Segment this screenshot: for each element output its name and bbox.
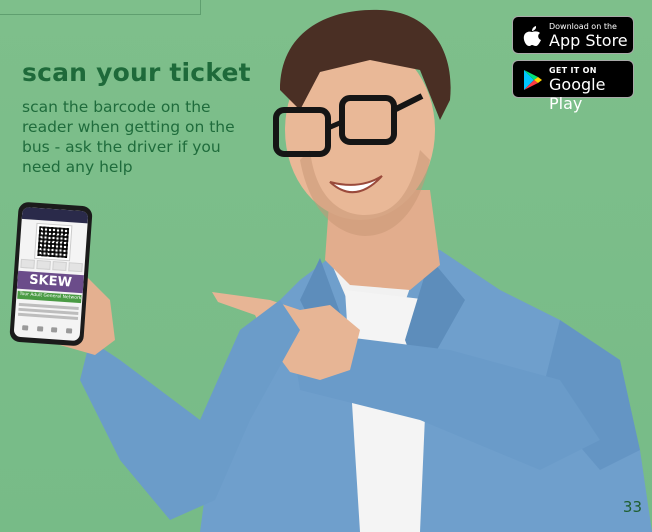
app-store-small-text: Download on the [549, 22, 617, 31]
google-play-badge[interactable]: GET IT ON Google Play [512, 60, 634, 113]
headline: scan your ticket [22, 58, 251, 87]
page-number: 33 [622, 498, 642, 516]
ticket-type-bar: Tour Adult General Network [17, 290, 82, 304]
google-play-icon [524, 70, 542, 90]
skew-text: SKEW [28, 272, 73, 291]
app-store-badge[interactable]: Download on the App Store [512, 16, 634, 54]
qr-code [34, 222, 73, 262]
ticket-info-lines [18, 302, 79, 322]
phone-screen: SKEW Tour Adult General Network [13, 206, 89, 342]
ticket-page: scan your ticket scan the barcode on the… [0, 0, 652, 532]
apple-icon [523, 26, 541, 46]
app-store-big-text: App Store [549, 31, 628, 50]
google-play-big-text: Google Play [549, 75, 606, 113]
instruction-text: scan the barcode on the reader when gett… [22, 98, 235, 176]
ticket-tabs [20, 258, 83, 273]
google-play-small-text: GET IT ON [549, 66, 597, 75]
phone-mockup: SKEW Tour Adult General Network [9, 201, 93, 347]
phone-nav-bar [18, 325, 76, 337]
